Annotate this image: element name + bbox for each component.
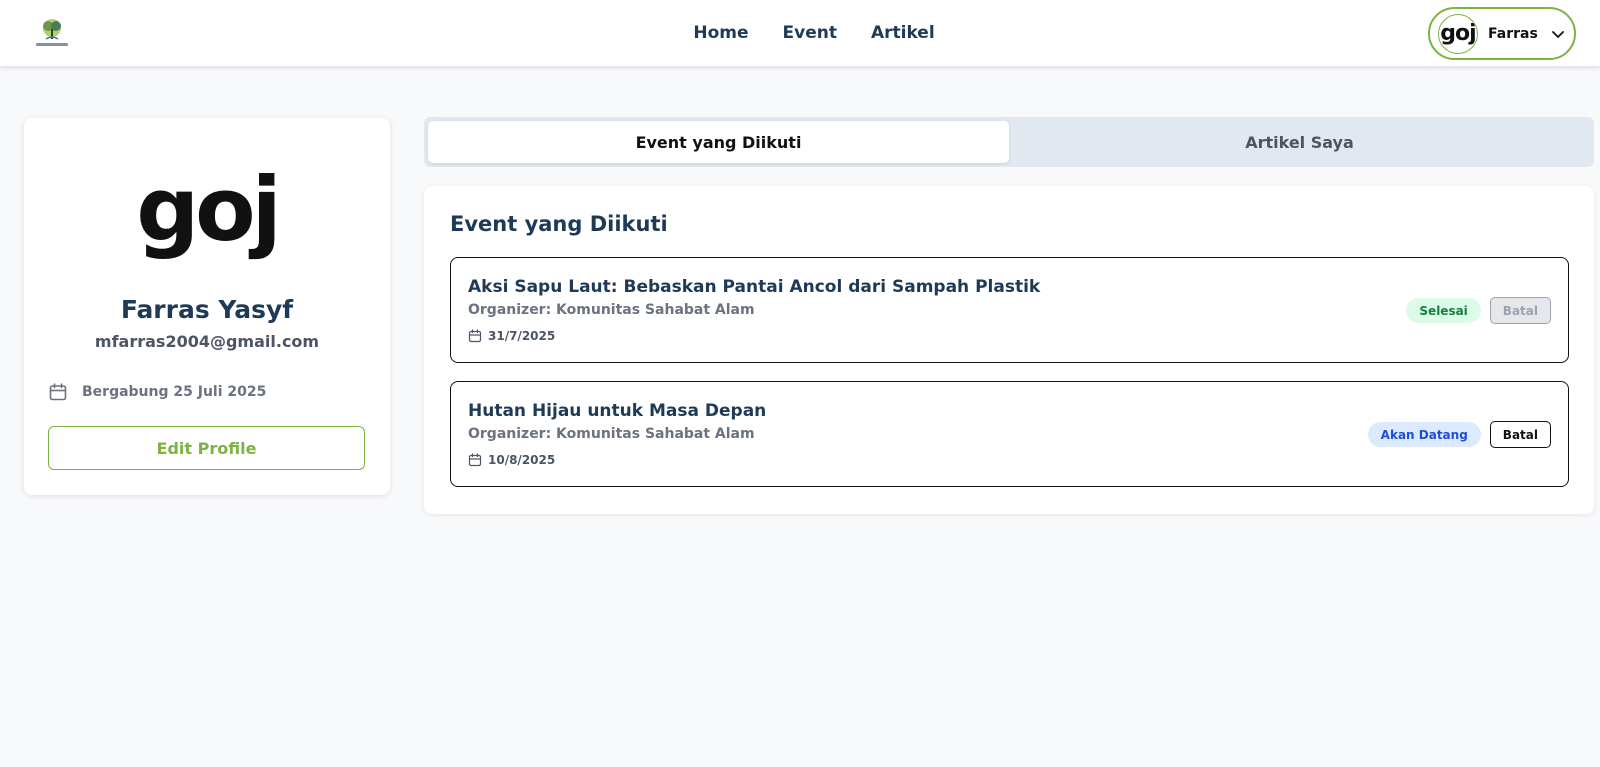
calendar-icon — [49, 383, 67, 401]
status-badge: Selesai — [1406, 298, 1481, 323]
cancel-event-button[interactable]: Batal — [1489, 297, 1551, 324]
event-organizer: Organizer: Komunitas Sahabat Alam — [468, 426, 755, 442]
nav-event-link[interactable]: Event — [783, 20, 837, 46]
event-actions: Akan Datang Batal — [1367, 421, 1551, 448]
cancel-event-button[interactable]: Batal — [1489, 421, 1551, 448]
event-title: Hutan Hijau untuk Masa Depan — [468, 401, 767, 421]
event-organizer: Organizer: Komunitas Sahabat Alam — [468, 302, 755, 318]
user-name: Farras — [1488, 25, 1538, 42]
profile-card: goj Farras Yasyf mfarras2004@gmail.com B… — [24, 118, 390, 495]
main-nav: Home Event Artikel — [0, 20, 1600, 46]
joined-label: Bergabung 25 Juli 2025 — [82, 384, 267, 400]
event-card[interactable]: Aksi Sapu Laut: Bebaskan Pantai Ancol da… — [450, 257, 1569, 363]
joined-date: Bergabung 25 Juli 2025 — [48, 380, 266, 404]
event-date: 10/8/2025 — [468, 453, 555, 467]
profile-name: Farras Yasyf — [120, 295, 294, 324]
event-date-text: 10/8/2025 — [488, 453, 556, 467]
chevron-down-icon — [1551, 30, 1564, 38]
panel-title: Event yang Diikuti — [450, 212, 668, 236]
event-actions: Selesai Batal — [1406, 297, 1551, 324]
calendar-icon — [468, 329, 482, 343]
nav-artikel-link[interactable]: Artikel — [871, 20, 935, 46]
events-panel: Event yang Diikuti Aksi Sapu Laut: Bebas… — [424, 186, 1594, 514]
profile-avatar: goj — [136, 158, 282, 261]
calendar-icon — [468, 453, 482, 467]
tab-event-yang-diikuti[interactable]: Event yang Diikuti — [428, 121, 1009, 163]
nav-home-link[interactable]: Home — [693, 20, 748, 46]
event-title: Aksi Sapu Laut: Bebaskan Pantai Ancol da… — [468, 277, 1041, 297]
top-navbar: Home Event Artikel goj Farras — [0, 0, 1600, 67]
event-date: 31/7/2025 — [468, 329, 555, 343]
tab-artikel-saya[interactable]: Artikel Saya — [1009, 121, 1590, 163]
user-avatar: goj — [1438, 13, 1478, 54]
profile-tabs: Event yang Diikuti Artikel Saya — [424, 117, 1594, 167]
event-date-text: 31/7/2025 — [488, 329, 556, 343]
status-badge: Akan Datang — [1367, 422, 1481, 447]
edit-profile-button[interactable]: Edit Profile — [48, 426, 365, 470]
user-menu-button[interactable]: goj Farras — [1428, 7, 1576, 60]
profile-email: mfarras2004@gmail.com — [94, 332, 320, 351]
event-card[interactable]: Hutan Hijau untuk Masa Depan Organizer: … — [450, 381, 1569, 487]
